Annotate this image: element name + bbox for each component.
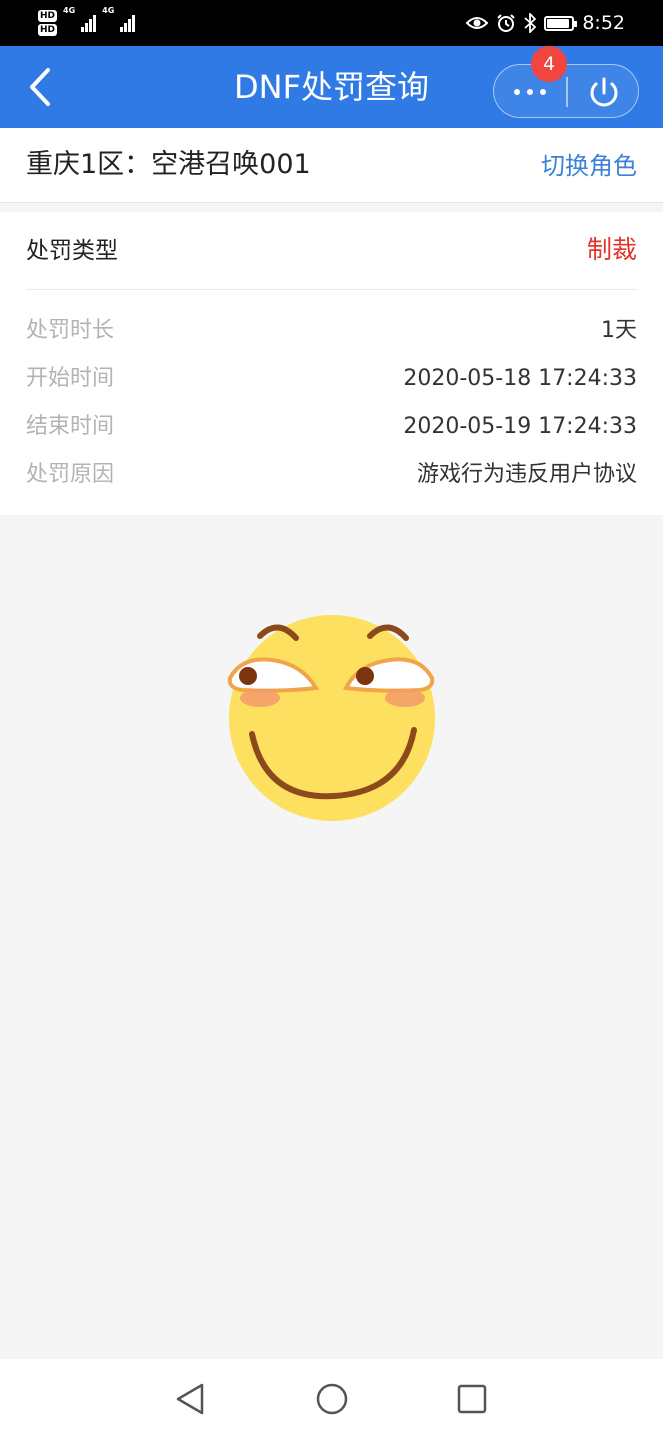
network-type: 4G	[63, 6, 76, 15]
info-value: 2020-05-19 17:24:33	[403, 414, 637, 439]
info-label: 处罚原因	[26, 462, 115, 487]
battery-icon	[544, 15, 578, 31]
info-value: 游戏行为违反用户协议	[416, 462, 637, 487]
eye-icon	[466, 17, 489, 29]
info-label: 开始时间	[26, 366, 115, 391]
alarm-icon	[497, 14, 516, 32]
info-row-start-time: 开始时间 2020-05-18 17:24:33	[26, 355, 637, 403]
status-bar: HD HD 4G 4G 8:52	[0, 0, 663, 46]
status-left: HD HD 4G 4G	[38, 6, 136, 40]
back-triangle-icon[interactable]	[170, 1379, 210, 1419]
info-row-duration: 处罚时长 1天	[26, 307, 637, 355]
penalty-type-value: 制裁	[586, 235, 637, 264]
hd-badge: HD	[38, 10, 58, 22]
info-row-reason: 处罚原因 游戏行为违反用户协议	[26, 451, 637, 499]
notification-badge: 4	[531, 46, 567, 82]
penalty-type-row: 处罚类型 制裁	[26, 212, 637, 290]
signal-icon	[81, 14, 97, 32]
status-time: 8:52	[582, 12, 625, 34]
signal-icon	[120, 14, 136, 32]
system-nav-bar	[0, 1359, 663, 1437]
role-name: 重庆1区：空港召唤001	[26, 149, 311, 180]
info-value: 1天	[601, 318, 637, 343]
status-right: 8:52	[466, 0, 625, 46]
recents-square-icon[interactable]	[452, 1379, 492, 1419]
info-value: 2020-05-18 17:24:33	[403, 366, 637, 391]
penalty-type-label: 处罚类型	[26, 238, 118, 264]
network-type: 4G	[102, 6, 115, 15]
penalty-card: 处罚类型 制裁 处罚时长 1天 开始时间 2020-05-18 17:24:33…	[0, 212, 663, 515]
hd-badge: HD	[38, 24, 58, 36]
info-row-end-time: 结束时间 2020-05-19 17:24:33	[26, 403, 637, 451]
home-circle-icon[interactable]	[312, 1379, 352, 1419]
bluetooth-icon	[524, 13, 537, 33]
switch-role-link[interactable]: 切换角色	[541, 128, 637, 204]
info-label: 结束时间	[26, 414, 115, 439]
role-row: 重庆1区：空港召唤001 切换角色	[0, 128, 663, 203]
mini-program-capsule	[493, 64, 639, 118]
info-label: 处罚时长	[26, 318, 115, 343]
power-icon[interactable]	[568, 65, 640, 119]
smirk-emoji-icon	[227, 615, 435, 821]
